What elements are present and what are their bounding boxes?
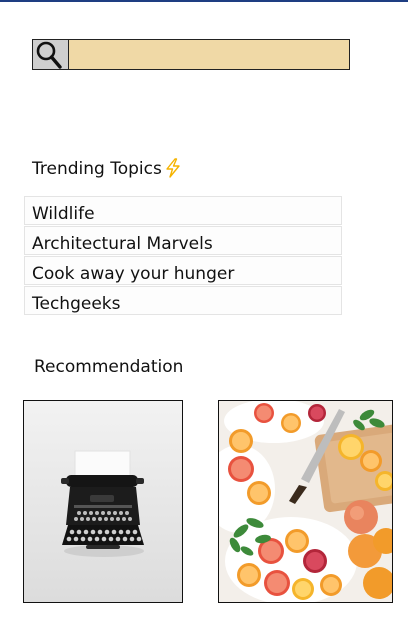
topic-item-techgeeks[interactable]: Techgeeks bbox=[24, 286, 342, 315]
typewriter-photo bbox=[24, 401, 182, 602]
topic-item-wildlife[interactable]: Wildlife bbox=[24, 196, 342, 225]
recommendation-card-citrus[interactable] bbox=[218, 400, 393, 603]
recommendation-card-typewriter[interactable] bbox=[23, 400, 183, 603]
trending-topics-list: Wildlife Architectural Marvels Cook away… bbox=[24, 196, 342, 316]
recommendation-heading: Recommendation bbox=[34, 357, 184, 377]
topic-item-cook-away-your-hunger[interactable]: Cook away your hunger bbox=[24, 256, 342, 285]
search-bar bbox=[32, 39, 350, 70]
citrus-fruit-photo bbox=[219, 401, 392, 602]
lightning-bolt-icon bbox=[166, 158, 180, 178]
top-rule bbox=[0, 0, 408, 2]
search-button[interactable] bbox=[33, 40, 69, 69]
topic-item-architectural-marvels[interactable]: Architectural Marvels bbox=[24, 226, 342, 255]
search-input[interactable] bbox=[69, 40, 349, 69]
search-icon bbox=[36, 41, 62, 69]
trending-topics-heading: Trending Topics bbox=[32, 159, 162, 179]
